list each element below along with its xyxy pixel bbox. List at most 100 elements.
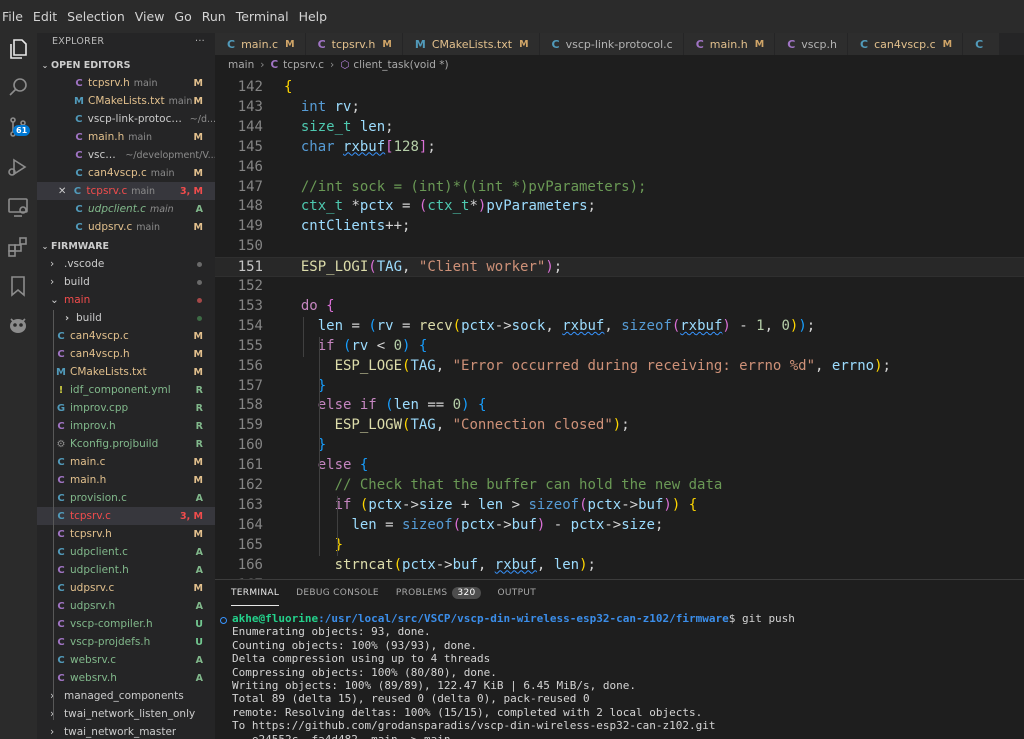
folder-item[interactable]: › twai_network_master [37,723,215,739]
editor-tab[interactable]: Cmain.c M [215,33,306,55]
explorer-more-button[interactable]: ··· [195,36,205,47]
code-line[interactable]: 143 int rv; [215,98,1024,118]
file-item[interactable]: Cudpclient.c A [37,543,215,561]
open-editor-item[interactable]: Cvscp.h ~/development/V... [37,146,215,164]
folder-item[interactable]: › build [37,309,215,327]
editor-tab[interactable]: C [963,33,1001,55]
code-line[interactable]: 150 [215,237,1024,257]
run-debug-icon[interactable] [6,155,30,179]
code-line[interactable]: 149 cntClients++; [215,217,1024,237]
bookmark-icon[interactable] [6,274,30,298]
code-line[interactable]: 161 else { [215,456,1024,476]
code-line[interactable]: 148 ctx_t *pctx = (ctx_t*)pvParameters; [215,197,1024,217]
folder-item[interactable]: ›twai_network_listen_only [37,705,215,723]
file-item[interactable]: Cwebsrv.c A [37,651,215,669]
platformio-alien-icon[interactable] [6,314,30,338]
folder-item[interactable]: ›managed_components [37,687,215,705]
file-item[interactable]: Ccan4vscp.h M [37,345,215,363]
code-line[interactable]: 151 ESP_LOGI(TAG, "Client worker"); [215,257,1024,277]
file-item[interactable]: M CMakeLists.txt M [37,363,215,381]
terminal-output[interactable]: akhe@fluorine:/usr/local/src/VSCP/vscp-d… [215,606,1024,739]
menu-edit[interactable]: Edit [33,9,57,24]
code-editor[interactable]: 142{143 int rv; 144 size_t len; 145 char r… [215,74,1024,579]
open-editor-item[interactable]: Cudpclient.c main A [37,200,215,218]
open-editor-item[interactable]: Ctcpsrv.h main M [37,74,215,92]
code-line[interactable]: 153 do { [215,297,1024,317]
file-item[interactable]: Cmain.c M [37,453,215,471]
file-item[interactable]: Ctcpsrv.h M [37,525,215,543]
file-item[interactable]: Cwebsrv.h A [37,669,215,687]
editor-tab[interactable]: M CMakeLists.txt M [402,33,540,55]
code-line[interactable]: 156 ESP_LOGE(TAG, "Error occurred during… [215,357,1024,377]
open-editor-item[interactable]: Ccan4vscp.c main M [37,164,215,182]
file-item[interactable]: Cprovision.c A [37,489,215,507]
file-item[interactable]: Ccan4vscp.c M [37,327,215,345]
code-line[interactable]: 145 char rxbuf[128]; [215,138,1024,158]
file-item[interactable]: Cvscp-compiler.h U [37,615,215,633]
file-description: main [168,95,193,107]
code-line[interactable]: 144 size_t len; [215,118,1024,138]
file-item[interactable]: ⚙ Kconfig.projbuild R [37,435,215,453]
menu-file[interactable]: File [2,9,23,24]
search-icon[interactable] [6,75,30,99]
folder-item[interactable]: › build [37,273,215,291]
extensions-icon[interactable] [6,235,30,259]
menu-view[interactable]: View [135,9,165,24]
file-item[interactable]: Gimprov.cpp R [37,399,215,417]
code-line[interactable]: 155 if (rv < 0) { [215,337,1024,357]
file-item[interactable]: Cvscp-projdefs.h U [37,633,215,651]
remote-explorer-icon[interactable] [6,195,30,219]
code-line[interactable]: 160 } [215,436,1024,456]
editor-tab[interactable]: Cmain.h M [683,33,776,55]
folder-name: managed_components [64,690,184,702]
folder-item[interactable]: ⌄ main [37,291,215,309]
code-line[interactable]: 157 } [215,377,1024,397]
code-line[interactable]: 154 len = (rv = recv(pctx->sock, rxbuf, … [215,317,1024,337]
breadcrumb-file[interactable]: tcpsrv.c [283,59,324,71]
editor-tab[interactable]: Ctcpsrv.h M [305,33,403,55]
file-item[interactable]: Cudpsrv.c M [37,579,215,597]
code-line[interactable]: 159 ESP_LOGW(TAG, "Connection closed"); [215,416,1024,436]
menu-selection[interactable]: Selection [67,9,125,24]
tab-terminal[interactable]: TERMINAL [231,580,280,606]
menu-help[interactable]: Help [299,9,328,24]
file-name: vscp-projdefs.h [70,636,151,648]
code-line[interactable]: 146 [215,158,1024,178]
open-editor-item[interactable]: ✕ Ctcpsrv.c main 3, M [37,182,215,200]
code-line[interactable]: 166 strncat(pctx->buf, rxbuf, len); [215,556,1024,576]
open-editors-header[interactable]: ⌄ OPEN EDITORS [37,56,215,74]
file-item[interactable]: Cudpclient.h A [37,561,215,579]
code-line[interactable]: 147 //int sock = (int)*((int *)pvParamet… [215,178,1024,198]
code-line[interactable]: 162 // Check that the buffer can hold th… [215,476,1024,496]
tab-output[interactable]: OUTPUT [498,580,536,606]
file-item[interactable]: Cimprov.h R [37,417,215,435]
file-item[interactable]: ! idf_component.yml R [37,381,215,399]
open-editor-item[interactable]: Cvscp-link-protocol.c ~/d... [37,110,215,128]
code-line[interactable]: 152 [215,277,1024,297]
menu-terminal[interactable]: Terminal [236,9,289,24]
breadcrumb-folder[interactable]: main [228,59,254,71]
close-icon[interactable]: ✕ [58,186,66,197]
file-item[interactable]: Ctcpsrv.c 3, M [37,507,215,525]
menu-go[interactable]: Go [174,9,191,24]
tab-problems[interactable]: PROBLEMS 320 [396,580,481,606]
file-item[interactable]: Cmain.h M [37,471,215,489]
editor-tab[interactable]: Cvscp-link-protocol.c [539,33,684,55]
file-item[interactable]: Cudpsrv.h A [37,597,215,615]
open-editor-item[interactable]: Cudpsrv.c main M [37,218,215,236]
code-line[interactable]: 142 { [215,78,1024,98]
tab-debug-console[interactable]: DEBUG CONSOLE [296,580,379,606]
firmware-header[interactable]: ⌄ FIRMWARE [37,237,215,255]
breadcrumb-symbol[interactable]: client_task(void *) [353,59,448,71]
files-icon[interactable] [6,37,30,61]
code-line[interactable]: 158 else if (len == 0) { [215,396,1024,416]
folder-item[interactable]: › .vscode [37,255,215,273]
file-description: main [131,185,155,197]
open-editor-item[interactable]: Cmain.h main M [37,128,215,146]
editor-tab[interactable]: Cvscp.h [775,33,849,55]
code-text: ESP_LOGE(TAG, "Error occurred during rec… [334,357,891,374]
open-editor-item[interactable]: M CMakeLists.txt main M [37,92,215,110]
menu-run[interactable]: Run [202,9,226,24]
editor-tab[interactable]: Ccan4vscp.c M [848,33,964,55]
file-description: ~/d... [189,113,215,125]
